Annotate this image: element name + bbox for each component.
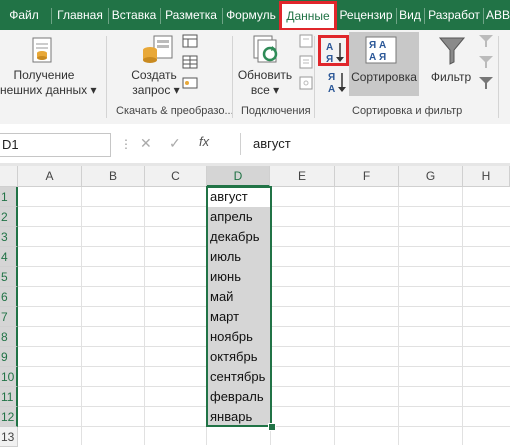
refresh-all-label-2[interactable]: все ▾	[240, 83, 290, 97]
insert-function-icon[interactable]: fx	[199, 134, 209, 149]
row-header-10[interactable]: 10	[0, 367, 18, 387]
row-header-6[interactable]: 6	[0, 287, 18, 307]
filter-label[interactable]: Фильтр	[426, 70, 476, 84]
get-data-label-2[interactable]: нешних данных ▾	[0, 83, 97, 97]
new-query-icon[interactable]	[140, 34, 176, 69]
tab-home[interactable]: Главная	[54, 0, 106, 30]
svg-text:А Я: А Я	[369, 52, 386, 63]
refresh-all-label-1[interactable]: Обновить	[236, 68, 294, 82]
tab-review[interactable]: Рецензир	[338, 0, 394, 30]
column-header-b[interactable]: B	[82, 166, 145, 187]
connections-icon[interactable]	[298, 34, 314, 51]
name-box-dots[interactable]: ⋮	[120, 137, 132, 151]
tab-page-layout[interactable]: Разметка	[162, 0, 220, 30]
ribbon-tab-bar: Файл Главная Вставка Разметка Формуль Да…	[0, 0, 510, 30]
create-query-label-2[interactable]: запрос ▾	[130, 83, 182, 97]
row-header-2[interactable]: 2	[0, 207, 18, 227]
row-header-7[interactable]: 7	[0, 307, 18, 327]
show-queries-icon[interactable]	[182, 34, 198, 51]
get-external-data-icon[interactable]	[28, 36, 56, 67]
connections-group-label: Подключения	[241, 105, 311, 117]
get-transform-group-label: Скачать & преобразо...	[116, 105, 234, 117]
tab-developer[interactable]: Разработ	[427, 0, 481, 30]
sort-descending-icon[interactable]: Я А	[326, 70, 348, 97]
create-query-label-1[interactable]: Создать	[128, 68, 180, 82]
properties-icon[interactable]	[298, 55, 314, 72]
tab-view[interactable]: Вид	[398, 0, 422, 30]
row-header-8[interactable]: 8	[0, 327, 18, 347]
column-header-g[interactable]: G	[399, 166, 463, 187]
row-header-3[interactable]: 3	[0, 227, 18, 247]
svg-text:Я А: Я А	[369, 40, 386, 51]
selection-range-border	[206, 186, 272, 427]
formula-input[interactable]: август	[240, 133, 510, 155]
data-tab-highlight	[279, 1, 337, 31]
reapply-filter-icon[interactable]	[478, 55, 494, 72]
row-header-9[interactable]: 9	[0, 347, 18, 367]
sort-filter-group-label: Сортировка и фильтр	[352, 105, 463, 117]
select-all-corner[interactable]	[0, 166, 18, 187]
name-box[interactable]: D1	[0, 133, 111, 157]
row-header-11[interactable]: 11	[0, 387, 18, 407]
svg-text:Я: Я	[328, 72, 335, 83]
edit-links-icon[interactable]	[298, 76, 314, 93]
cancel-icon[interactable]: ✕	[140, 135, 152, 152]
get-data-label-1[interactable]: Получение	[8, 68, 80, 82]
clear-filter-icon[interactable]	[478, 34, 494, 51]
refresh-all-icon[interactable]	[250, 34, 280, 69]
advanced-filter-icon[interactable]	[478, 76, 494, 93]
from-table-icon[interactable]	[182, 55, 198, 72]
row-header-13[interactable]: 13	[0, 427, 18, 447]
tab-insert[interactable]: Вставка	[110, 0, 158, 30]
row-header-4[interactable]: 4	[0, 247, 18, 267]
tab-abbyy[interactable]: ABB	[486, 0, 510, 30]
formula-value[interactable]: август	[253, 136, 291, 151]
column-header-e[interactable]: E	[270, 166, 335, 187]
column-header-a[interactable]: A	[18, 166, 82, 187]
tab-file[interactable]: Файл	[4, 0, 44, 30]
column-header-c[interactable]: C	[145, 166, 207, 187]
column-header-d[interactable]: D	[207, 166, 270, 187]
enter-icon[interactable]: ✓	[169, 135, 181, 152]
row-header-1[interactable]: 1	[0, 187, 18, 207]
row-header-12[interactable]: 12	[0, 407, 18, 427]
column-header-f[interactable]: F	[335, 166, 399, 187]
column-header-h[interactable]: H	[463, 166, 510, 187]
fill-handle[interactable]	[268, 423, 276, 431]
svg-text:А: А	[328, 84, 335, 94]
name-box-value[interactable]: D1	[2, 137, 19, 152]
recent-sources-icon[interactable]	[182, 76, 198, 93]
row-header-5[interactable]: 5	[0, 267, 18, 287]
sort-ascending-highlight	[318, 35, 349, 66]
sort-dialog-icon[interactable]: Я А А Я	[365, 36, 397, 67]
filter-icon[interactable]	[438, 36, 466, 69]
sort-label[interactable]: Сортировка	[350, 70, 418, 84]
tab-formulas[interactable]: Формуль	[224, 0, 278, 30]
